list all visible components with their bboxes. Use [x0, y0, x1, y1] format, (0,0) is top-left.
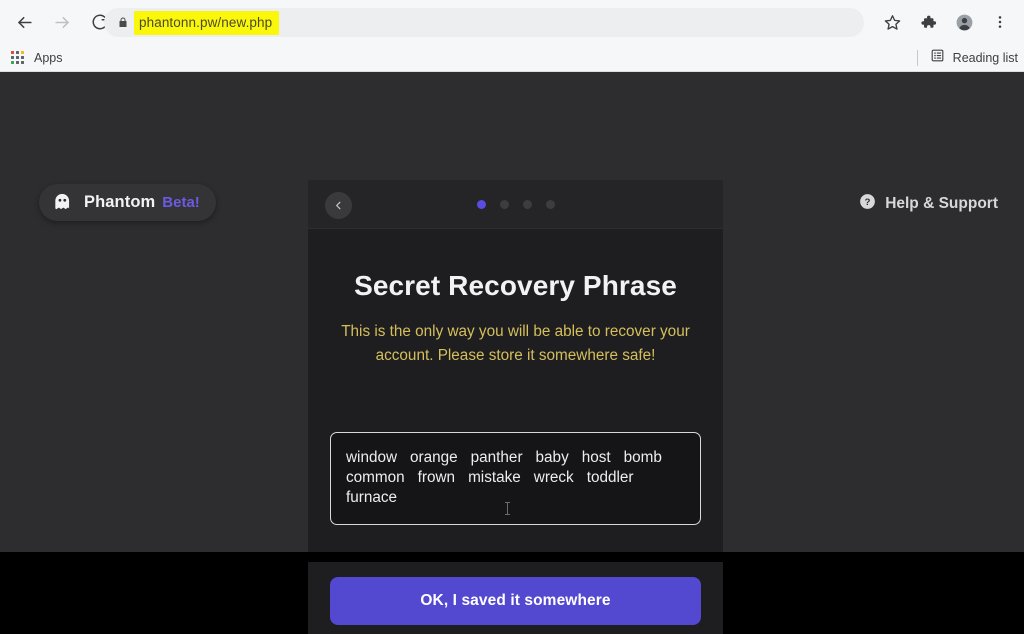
seed-word: orange	[410, 449, 458, 466]
seed-word: mistake	[468, 469, 521, 486]
phantom-ghost-icon	[52, 192, 73, 213]
step-dot-1[interactable]	[476, 200, 486, 209]
address-bar[interactable]: phantonn.pw/new.php	[104, 8, 864, 37]
bookmarks-bar: Apps Reading list	[0, 44, 1024, 72]
seed-word: common	[346, 469, 405, 486]
step-dot-4[interactable]	[545, 200, 555, 209]
reading-list-icon	[930, 48, 945, 68]
page-title: Secret Recovery Phrase	[354, 270, 677, 301]
url-text: phantonn.pw/new.php	[139, 14, 273, 30]
browser-toolbar: phantonn.pw/new.php	[0, 0, 1024, 44]
seed-word: bomb	[623, 449, 662, 466]
seed-phrase-box[interactable]: window orange panther baby host bomb com…	[330, 432, 701, 525]
apps-shortcut[interactable]: Apps	[9, 50, 63, 66]
apps-grid-icon	[9, 50, 25, 66]
bookmark-star-icon[interactable]	[877, 7, 907, 37]
profile-avatar-icon[interactable]	[949, 7, 979, 37]
help-support-link[interactable]: ? Help & Support	[859, 193, 998, 215]
modal-header	[308, 180, 723, 229]
lock-icon	[117, 16, 129, 29]
help-support-label: Help & Support	[885, 195, 998, 212]
seed-word: wreck	[533, 469, 574, 486]
reading-list-button[interactable]: Reading list	[916, 48, 1018, 68]
step-indicator	[308, 200, 723, 209]
brand-beta-badge: Beta!	[162, 194, 200, 211]
text-cursor	[505, 502, 510, 515]
page-bottom-bar	[0, 552, 1024, 562]
seed-word: baby	[535, 449, 569, 466]
browser-chrome: phantonn.pw/new.php Apps Reading list	[0, 0, 1024, 72]
seed-word: furnace	[346, 489, 398, 506]
phantom-brand-pill[interactable]: Phantom Beta!	[39, 184, 216, 221]
svg-text:?: ?	[865, 197, 871, 208]
extensions-puzzle-icon[interactable]	[913, 7, 943, 37]
apps-label: Apps	[34, 50, 63, 65]
seed-word: panther	[470, 449, 523, 466]
chrome-menu-icon[interactable]	[985, 7, 1015, 37]
step-dot-2[interactable]	[499, 200, 509, 209]
step-dot-3[interactable]	[522, 200, 532, 209]
warning-text: This is the only way you will be able to…	[341, 323, 690, 364]
page-content: Phantom Beta! ? Help & Support Secret Re…	[0, 72, 1024, 634]
seed-phrase-words: window orange panther baby host bomb com…	[346, 448, 691, 508]
seed-word: frown	[417, 469, 456, 486]
confirm-saved-button[interactable]: OK, I saved it somewhere	[330, 577, 701, 625]
back-button[interactable]	[8, 6, 40, 38]
brand-name: Phantom	[84, 193, 156, 211]
toolbar-right-icons	[874, 0, 1018, 44]
toolbar-divider	[916, 49, 918, 66]
forward-button[interactable]	[46, 6, 78, 38]
onboarding-modal: Secret Recovery Phrase This is the only …	[308, 180, 723, 634]
seed-word: toddler	[586, 469, 634, 486]
seed-word: window	[346, 449, 398, 466]
reading-list-label: Reading list	[952, 50, 1018, 65]
seed-word: host	[581, 449, 611, 466]
question-circle-icon: ?	[859, 193, 876, 215]
